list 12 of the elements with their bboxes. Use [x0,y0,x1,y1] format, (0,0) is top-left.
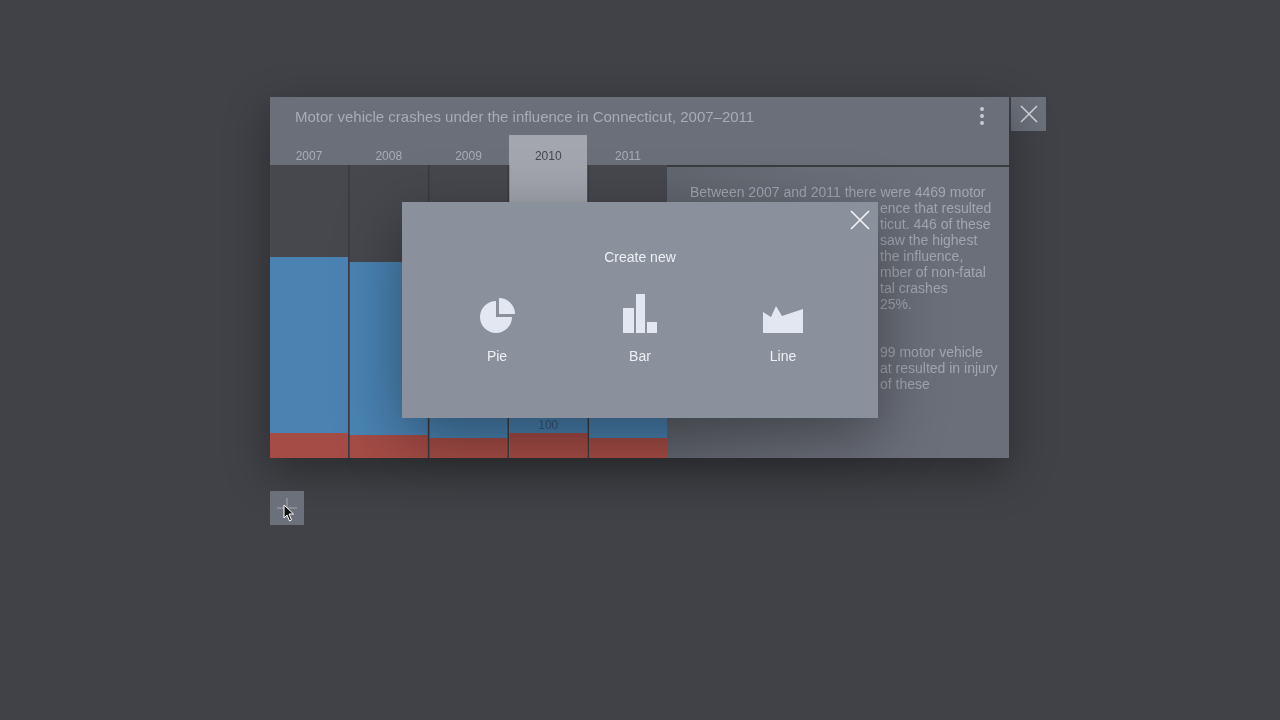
plus-icon [277,498,297,518]
add-button[interactable] [270,491,304,525]
year-tab[interactable]: 2008 [349,135,428,165]
close-icon [1019,105,1038,123]
year-tab[interactable]: 2011 [589,135,667,165]
year-tab[interactable]: 2007 [270,135,348,165]
year-tab[interactable]: 2010 [509,135,588,165]
dialog-title: Create new [604,248,676,266]
chart-title: Motor vehicle crashes under the influence in Connecticut, 2007–2011 [295,107,755,125]
mouse-pointer-icon [283,504,295,522]
close-button[interactable] [1011,97,1046,131]
year-tab[interactable]: 2009 [429,135,508,165]
